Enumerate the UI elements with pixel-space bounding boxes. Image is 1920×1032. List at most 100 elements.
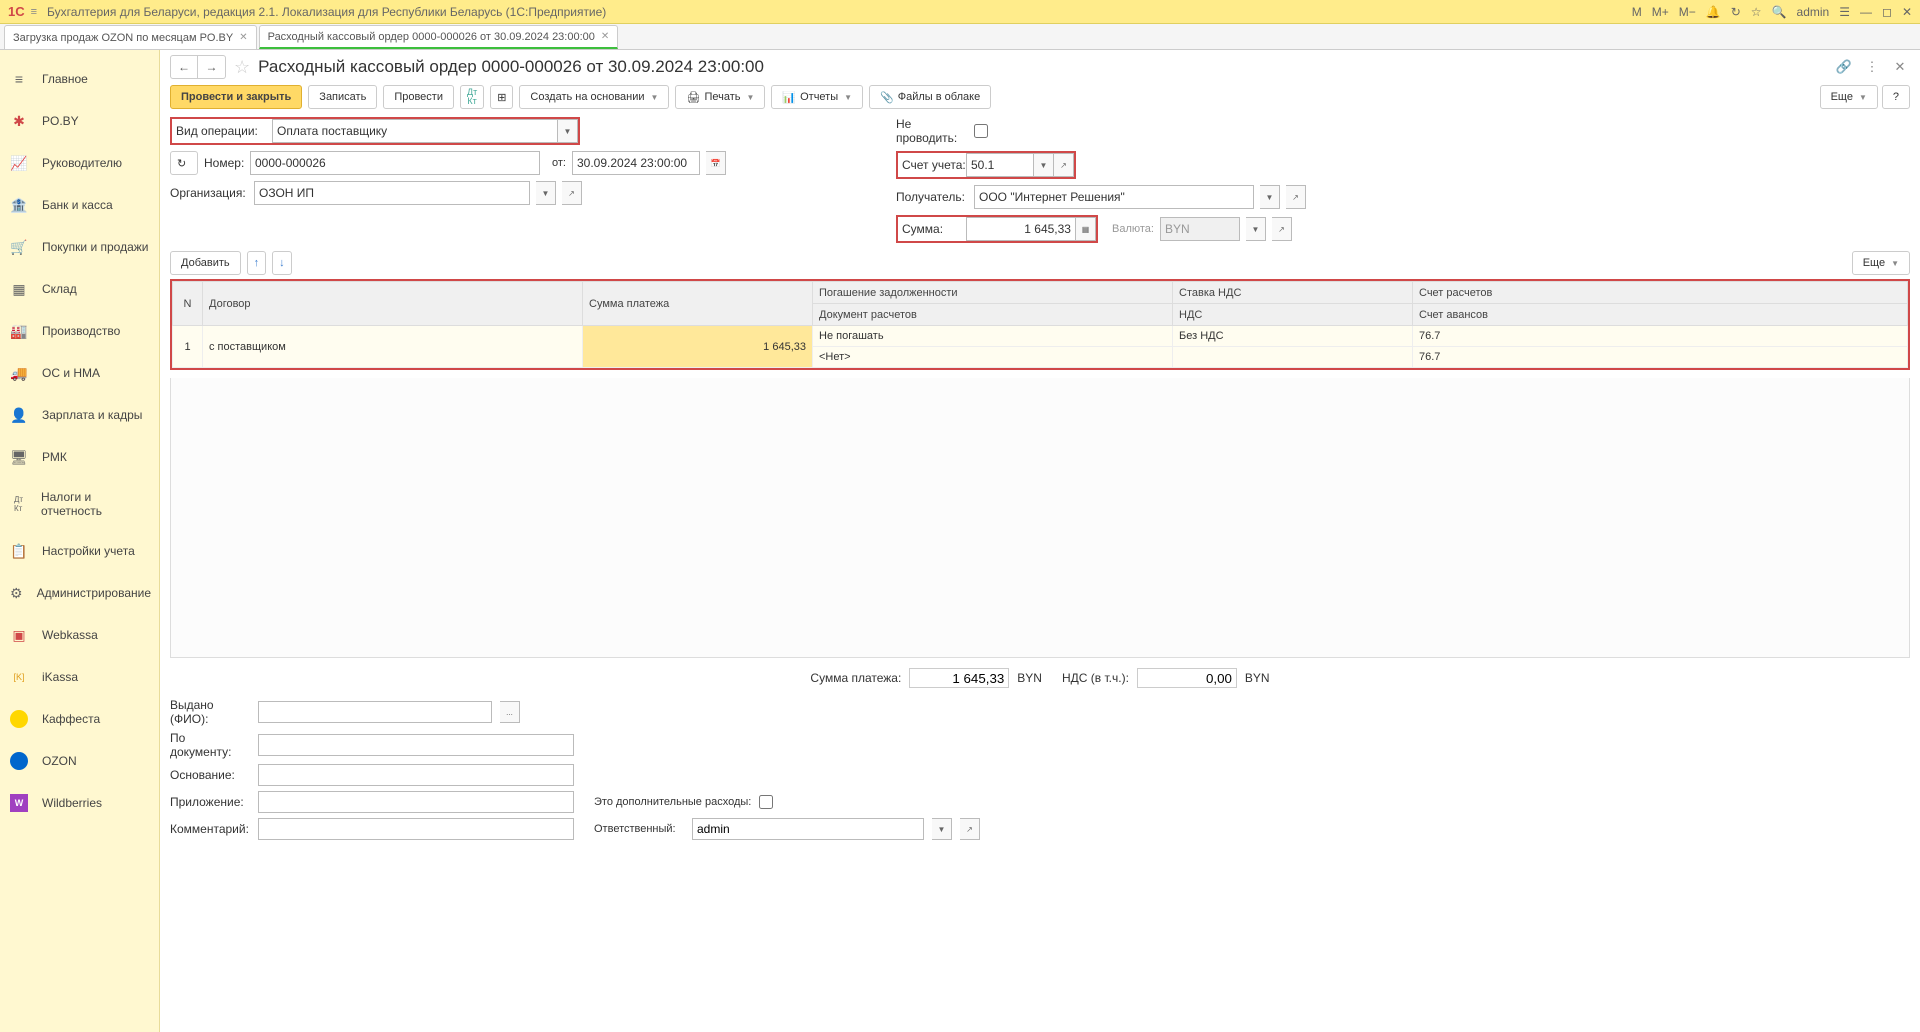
sidebar-item-pmk[interactable]: 🖥РМК — [0, 436, 159, 478]
org-input[interactable] — [254, 181, 530, 205]
sidebar-item-assets[interactable]: 🚚ОС и НМА — [0, 352, 159, 394]
menu-icon[interactable]: ≡ — [31, 6, 37, 18]
cell-calc-acc[interactable]: 76.7 — [1413, 326, 1908, 347]
create-based-button[interactable]: Создать на основании▼ — [519, 85, 669, 109]
open-button[interactable]: ↗ — [1286, 185, 1306, 209]
write-button[interactable]: Записать — [308, 85, 377, 109]
col-debt-repay[interactable]: Погашение задолженности — [813, 282, 1173, 304]
move-up-button[interactable]: ↑ — [247, 251, 267, 275]
sidebar-item-poby[interactable]: ✱PO.BY — [0, 100, 159, 142]
sidebar-item-purchases[interactable]: 🛒Покупки и продажи — [0, 226, 159, 268]
col-calc-doc[interactable]: Документ расчетов — [813, 304, 1173, 326]
nav-back-button[interactable]: ← — [170, 55, 198, 79]
number-input[interactable] — [250, 151, 540, 175]
table-row[interactable]: 1 с поставщиком 1 645,33 Не погашать Без… — [173, 326, 1908, 347]
calendar-button[interactable]: 📅 — [706, 151, 726, 175]
settings-icon[interactable]: ☰ — [1839, 5, 1850, 19]
by-doc-input[interactable] — [258, 734, 574, 756]
sidebar-item-ozon[interactable]: OZON — [0, 740, 159, 782]
search-icon[interactable]: 🔍 — [1772, 5, 1787, 19]
recipient-input[interactable] — [974, 185, 1254, 209]
sidebar-item-tax[interactable]: ДтКтНалоги и отчетность — [0, 478, 159, 530]
tab-cash-order[interactable]: Расходный кассовый ордер 0000-000026 от … — [259, 25, 619, 49]
link-icon[interactable]: 🔗 — [1834, 57, 1854, 77]
dropdown-button[interactable]: ▼ — [932, 818, 952, 840]
user-name[interactable]: admin — [1797, 5, 1830, 19]
memory-m[interactable]: М — [1632, 5, 1642, 19]
attachment-input[interactable] — [258, 791, 574, 813]
sidebar-item-kaffesta[interactable]: Каффеста — [0, 698, 159, 740]
close-window-icon[interactable]: ✕ — [1902, 5, 1912, 19]
post-close-button[interactable]: Провести и закрыть — [170, 85, 302, 109]
sidebar-item-warehouse[interactable]: ▦Склад — [0, 268, 159, 310]
cell-vat[interactable] — [1173, 347, 1413, 368]
refresh-number-button[interactable]: ↻ — [170, 151, 198, 175]
comment-input[interactable] — [258, 818, 574, 840]
table-more-button[interactable]: Еще▼ — [1852, 251, 1910, 275]
extra-expenses-checkbox[interactable] — [759, 795, 773, 809]
col-vat[interactable]: НДС — [1173, 304, 1413, 326]
cell-vat-rate[interactable]: Без НДС — [1173, 326, 1413, 347]
sidebar-item-salary[interactable]: 👤Зарплата и кадры — [0, 394, 159, 436]
print-button[interactable]: 🖨Печать▼ — [675, 85, 765, 109]
more-button[interactable]: Еще▼ — [1820, 85, 1878, 109]
sidebar-item-settings[interactable]: 📋Настройки учета — [0, 530, 159, 572]
bell-icon[interactable]: 🔔 — [1706, 5, 1721, 19]
sidebar-item-production[interactable]: 🏭Производство — [0, 310, 159, 352]
history-icon[interactable]: ↻ — [1731, 5, 1741, 19]
ellipsis-button[interactable]: ... — [500, 701, 520, 723]
maximize-icon[interactable]: ◻ — [1882, 5, 1892, 19]
col-adv-acc[interactable]: Счет авансов — [1413, 304, 1908, 326]
cell-debt-repay[interactable]: Не погашать — [813, 326, 1173, 347]
account-input[interactable] — [966, 153, 1034, 177]
tab-ozon-upload[interactable]: Загрузка продаж OZON по месяцам PO.BY ✕ — [4, 25, 257, 49]
issued-input[interactable] — [258, 701, 492, 723]
dtkt-button[interactable]: ДтКт — [460, 85, 484, 109]
sidebar-item-bank[interactable]: 🏦Банк и касса — [0, 184, 159, 226]
structure-button[interactable]: ⊞ — [490, 85, 513, 109]
memory-m-minus[interactable]: М− — [1679, 5, 1696, 19]
cloud-files-button[interactable]: 📎Файлы в облаке — [869, 85, 991, 109]
more-icon[interactable]: ⋮ — [1862, 57, 1882, 77]
close-icon[interactable]: ✕ — [239, 32, 247, 43]
reports-button[interactable]: 📊Отчеты▼ — [771, 85, 863, 109]
col-vat-rate[interactable]: Ставка НДС — [1173, 282, 1413, 304]
cell-contract[interactable]: с поставщиком — [203, 326, 583, 368]
minimize-icon[interactable]: — — [1860, 5, 1872, 19]
basis-input[interactable] — [258, 764, 574, 786]
help-button[interactable]: ? — [1882, 85, 1910, 109]
col-calc-acc[interactable]: Счет расчетов — [1413, 282, 1908, 304]
nav-forward-button[interactable]: → — [198, 55, 226, 79]
dropdown-button[interactable]: ▼ — [536, 181, 556, 205]
dropdown-button[interactable]: ▼ — [1034, 153, 1054, 177]
open-button[interactable]: ↗ — [562, 181, 582, 205]
col-contract[interactable]: Договор — [203, 282, 583, 326]
post-button[interactable]: Провести — [383, 85, 454, 109]
skip-post-checkbox[interactable] — [974, 124, 988, 138]
move-down-button[interactable]: ↓ — [272, 251, 292, 275]
favorite-star-icon[interactable]: ☆ — [234, 57, 250, 78]
sidebar-item-wb[interactable]: WWildberries — [0, 782, 159, 824]
sidebar-item-admin[interactable]: ⚙Администрирование — [0, 572, 159, 614]
sidebar-item-ikassa[interactable]: [K]iKassa — [0, 656, 159, 698]
cell-calc-doc[interactable]: <Нет> — [813, 347, 1173, 368]
sidebar-item-manager[interactable]: 📈Руководителю — [0, 142, 159, 184]
sum-input[interactable] — [966, 217, 1076, 241]
close-page-icon[interactable]: ✕ — [1890, 57, 1910, 77]
open-button[interactable]: ↗ — [1054, 153, 1074, 177]
dropdown-button[interactable]: ▼ — [1260, 185, 1280, 209]
responsible-input[interactable] — [692, 818, 924, 840]
dropdown-button[interactable]: ▼ — [1246, 217, 1266, 241]
calculator-button[interactable]: ▦ — [1076, 217, 1096, 241]
open-button[interactable]: ↗ — [960, 818, 980, 840]
cell-pay-sum[interactable]: 1 645,33 — [583, 326, 813, 368]
col-pay-sum[interactable]: Сумма платежа — [583, 282, 813, 326]
op-type-input[interactable] — [272, 119, 558, 143]
sidebar-item-main[interactable]: ≡Главное — [0, 58, 159, 100]
cell-n[interactable]: 1 — [173, 326, 203, 368]
sidebar-item-webkassa[interactable]: ▣Webkassa — [0, 614, 159, 656]
col-n[interactable]: N — [173, 282, 203, 326]
dropdown-button[interactable]: ▼ — [558, 119, 578, 143]
date-input[interactable] — [572, 151, 700, 175]
open-button[interactable]: ↗ — [1272, 217, 1292, 241]
